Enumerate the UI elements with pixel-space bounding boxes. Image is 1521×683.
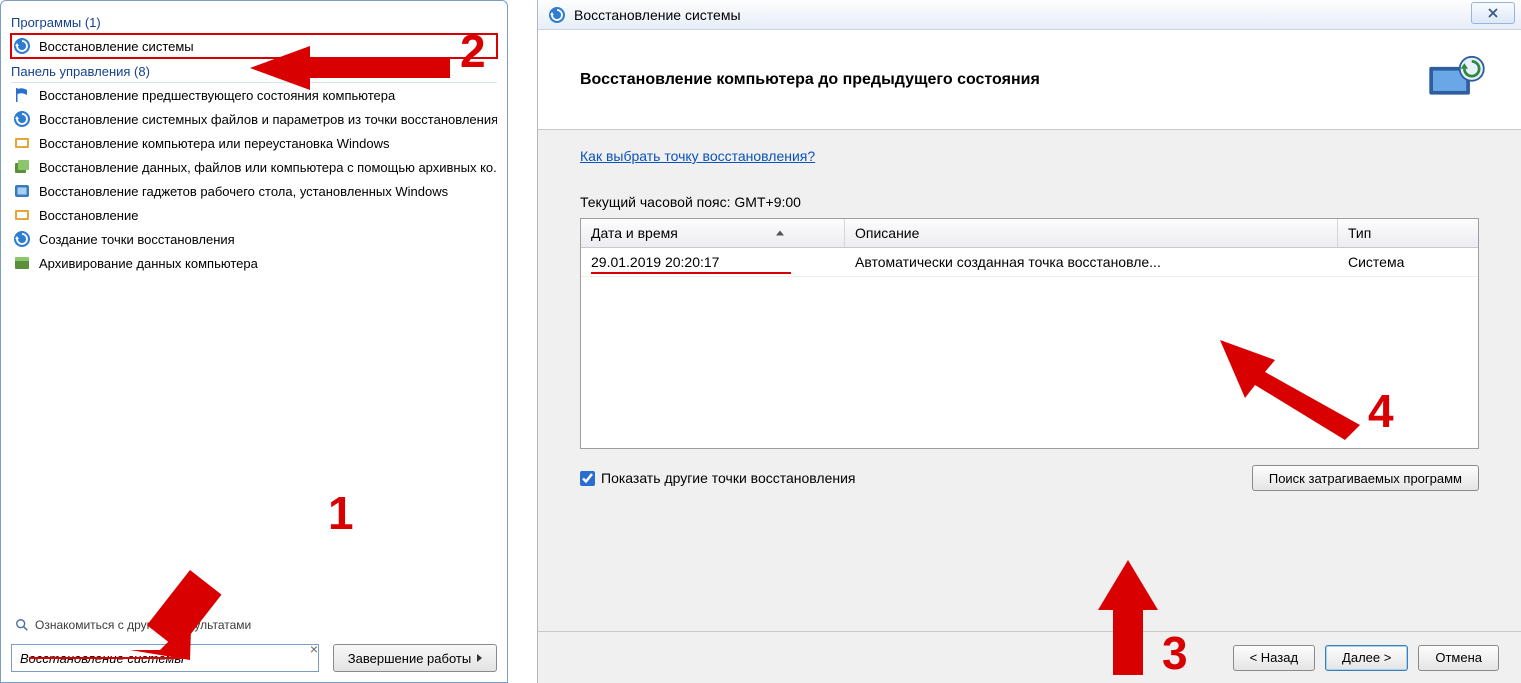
system-restore-dialog: Восстановление системы Восстановление ко… bbox=[537, 0, 1521, 683]
archive-icon bbox=[13, 254, 31, 272]
system-restore-icon bbox=[548, 7, 566, 23]
result-item-label: Восстановление компьютера или переустано… bbox=[39, 136, 390, 151]
cancel-button[interactable]: Отмена bbox=[1418, 645, 1499, 671]
help-link-choose-restore-point[interactable]: Как выбрать точку восстановления? bbox=[580, 148, 815, 164]
checkbox-label: Показать другие точки восстановления bbox=[601, 470, 856, 486]
cp-result-item[interactable]: Восстановление гаджетов рабочего стола, … bbox=[11, 179, 497, 203]
dialog-titlebar[interactable]: Восстановление системы bbox=[538, 0, 1521, 30]
wizard-header-icon bbox=[1423, 54, 1491, 105]
search-icon bbox=[15, 618, 29, 632]
result-item-label: Восстановление данных, файлов или компью… bbox=[39, 160, 497, 175]
start-menu-search-panel: Программы (1) Восстановление системы Пан… bbox=[0, 0, 508, 683]
cp-result-item[interactable]: Восстановление предшествующего состояния… bbox=[11, 83, 497, 107]
timezone-label: Текущий часовой пояс: GMT+9:00 bbox=[580, 194, 1479, 210]
chevron-right-icon bbox=[477, 654, 482, 662]
result-item-label: Восстановление предшествующего состояния… bbox=[39, 88, 395, 103]
wizard-heading: Восстановление компьютера до предыдущего… bbox=[580, 71, 1040, 89]
see-more-label: Ознакомиться с другими результатами bbox=[35, 618, 251, 632]
show-more-restore-points-checkbox[interactable]: Показать другие точки восстановления bbox=[580, 470, 856, 486]
close-button[interactable] bbox=[1471, 2, 1515, 24]
shutdown-button[interactable]: Завершение работы bbox=[333, 644, 497, 672]
result-item-label: Восстановление системы bbox=[39, 39, 194, 54]
flag-icon bbox=[13, 86, 31, 104]
system-restore-icon bbox=[13, 37, 31, 55]
scan-affected-programs-button[interactable]: Поиск затрагиваемых программ bbox=[1252, 465, 1479, 491]
result-program-system-restore[interactable]: Восстановление системы bbox=[11, 34, 497, 58]
annotation-underline bbox=[591, 272, 791, 274]
result-item-label: Восстановление гаджетов рабочего стола, … bbox=[39, 184, 448, 199]
search-clear-button[interactable]: × bbox=[305, 640, 323, 658]
column-header-type[interactable]: Тип bbox=[1338, 219, 1478, 247]
column-header-date[interactable]: Дата и время bbox=[581, 219, 845, 247]
dialog-title: Восстановление системы bbox=[574, 7, 741, 23]
results-group-control-panel-header: Панель управления (8) bbox=[11, 62, 497, 83]
cp-result-item[interactable]: Восстановление системных файлов и параме… bbox=[11, 107, 497, 131]
recovery-icon bbox=[13, 206, 31, 224]
start-search-input[interactable] bbox=[11, 644, 319, 672]
restore-points-grid: Дата и время Описание Тип 29.01.2019 20:… bbox=[580, 218, 1479, 449]
cp-result-item[interactable]: Архивирование данных компьютера bbox=[11, 251, 497, 275]
cp-result-item[interactable]: Восстановление данных, файлов или компью… bbox=[11, 155, 497, 179]
cell-date: 29.01.2019 20:20:17 bbox=[591, 254, 719, 270]
wizard-footer: < Назад Далее > Отмена bbox=[538, 631, 1521, 683]
results-group-programs-header: Программы (1) bbox=[11, 13, 497, 34]
result-item-label: Создание точки восстановления bbox=[39, 232, 235, 247]
system-restore-icon bbox=[13, 230, 31, 248]
cp-result-item[interactable]: Создание точки восстановления bbox=[11, 227, 497, 251]
next-button[interactable]: Далее > bbox=[1325, 645, 1408, 671]
close-icon bbox=[1487, 7, 1499, 19]
backup-icon bbox=[13, 158, 31, 176]
checkbox-input[interactable] bbox=[580, 471, 595, 486]
restore-point-row[interactable]: 29.01.2019 20:20:17 Автоматически создан… bbox=[581, 248, 1478, 277]
shutdown-label: Завершение работы bbox=[348, 651, 471, 666]
system-restore-icon bbox=[13, 110, 31, 128]
column-header-description[interactable]: Описание bbox=[845, 219, 1338, 247]
see-more-results-link[interactable]: Ознакомиться с другими результатами bbox=[15, 618, 251, 632]
control-panel-results-list: Восстановление предшествующего состояния… bbox=[11, 83, 497, 275]
back-button[interactable]: < Назад bbox=[1233, 645, 1315, 671]
result-item-label: Восстановление системных файлов и параме… bbox=[39, 112, 497, 127]
result-item-label: Архивирование данных компьютера bbox=[39, 256, 258, 271]
cell-description: Автоматически созданная точка восстановл… bbox=[845, 248, 1338, 276]
cp-result-item[interactable]: Восстановление компьютера или переустано… bbox=[11, 131, 497, 155]
result-item-label: Восстановление bbox=[39, 208, 138, 223]
grid-header-row: Дата и время Описание Тип bbox=[581, 219, 1478, 248]
cell-type: Система bbox=[1338, 248, 1478, 276]
recovery-icon bbox=[13, 134, 31, 152]
wizard-header: Восстановление компьютера до предыдущего… bbox=[538, 30, 1521, 130]
gadget-icon bbox=[13, 182, 31, 200]
cp-result-item[interactable]: Восстановление bbox=[11, 203, 497, 227]
